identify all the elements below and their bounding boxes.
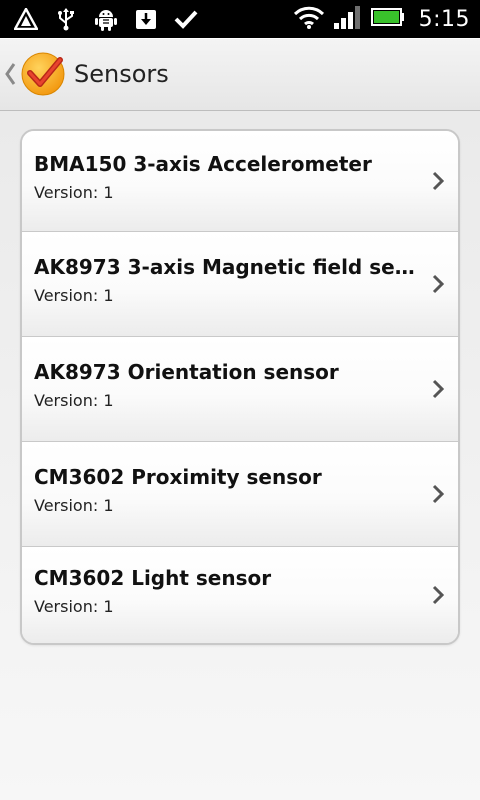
sensor-version: Version: 1: [34, 597, 114, 616]
chevron-right-icon: [432, 171, 445, 191]
sensor-name: AK8973 Orientation sensor: [34, 360, 339, 384]
chevron-right-icon: [432, 379, 445, 399]
back-chevron-icon[interactable]: [4, 60, 16, 88]
sensor-name: CM3602 Proximity sensor: [34, 465, 322, 489]
system-icons: 5:15: [293, 4, 470, 34]
usb-icon: [54, 7, 78, 31]
check-icon: [174, 7, 198, 31]
sensor-name: CM3602 Light sensor: [34, 566, 272, 590]
app-icon[interactable]: [20, 51, 66, 97]
chevron-right-icon: [432, 484, 445, 504]
list-item[interactable]: CM3602 Proximity sensor Version: 1: [22, 442, 458, 547]
signal-icon: [333, 4, 363, 34]
notification-icons: [14, 6, 198, 32]
chevron-right-icon: [432, 274, 445, 294]
list-item[interactable]: AK8973 Orientation sensor Version: 1: [22, 337, 458, 442]
page-title: Sensors: [74, 60, 169, 88]
list-item[interactable]: BMA150 3-axis Accelerometer Version: 1: [22, 131, 458, 232]
sensor-version: Version: 1: [34, 496, 114, 515]
sensor-version: Version: 1: [34, 391, 114, 410]
clock: 5:15: [418, 6, 470, 32]
android-debug-icon: [94, 7, 118, 31]
wifi-icon: [293, 5, 325, 33]
warning-icon: [14, 7, 38, 31]
download-icon: [134, 7, 158, 31]
chevron-right-icon: [432, 585, 445, 605]
action-bar: Sensors: [0, 38, 480, 111]
status-bar: 5:15: [0, 0, 480, 38]
sensor-name: AK8973 3-axis Magnetic field sensor: [34, 255, 422, 279]
sensor-version: Version: 1: [34, 286, 114, 305]
sensor-name: BMA150 3-axis Accelerometer: [34, 152, 372, 176]
sensor-version: Version: 1: [34, 183, 114, 202]
list-item[interactable]: AK8973 3-axis Magnetic field sensor Vers…: [22, 232, 458, 337]
sensor-list: BMA150 3-axis Accelerometer Version: 1 A…: [20, 129, 460, 645]
battery-icon: [370, 7, 405, 31]
list-item[interactable]: CM3602 Light sensor Version: 1: [22, 547, 458, 643]
